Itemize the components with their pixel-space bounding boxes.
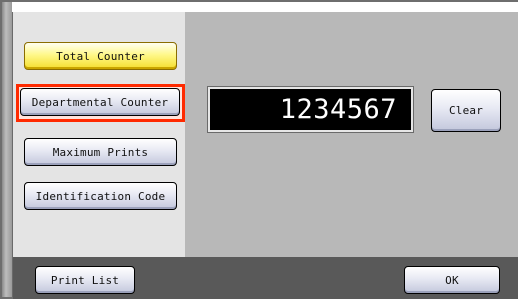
left-edge-bar bbox=[2, 2, 13, 297]
print-list-button[interactable]: Print List bbox=[35, 266, 135, 294]
top-gap bbox=[12, 2, 518, 12]
ok-button[interactable]: OK bbox=[404, 266, 500, 294]
counter-main-area bbox=[185, 12, 518, 257]
clear-button[interactable]: Clear bbox=[431, 89, 501, 132]
counter-display: 1234567 bbox=[207, 86, 414, 133]
identification-code-button[interactable]: Identification Code bbox=[24, 182, 177, 210]
total-counter-button[interactable]: Total Counter bbox=[24, 42, 177, 70]
maximum-prints-button[interactable]: Maximum Prints bbox=[24, 138, 177, 166]
departmental-counter-button[interactable]: Departmental Counter bbox=[20, 88, 180, 116]
